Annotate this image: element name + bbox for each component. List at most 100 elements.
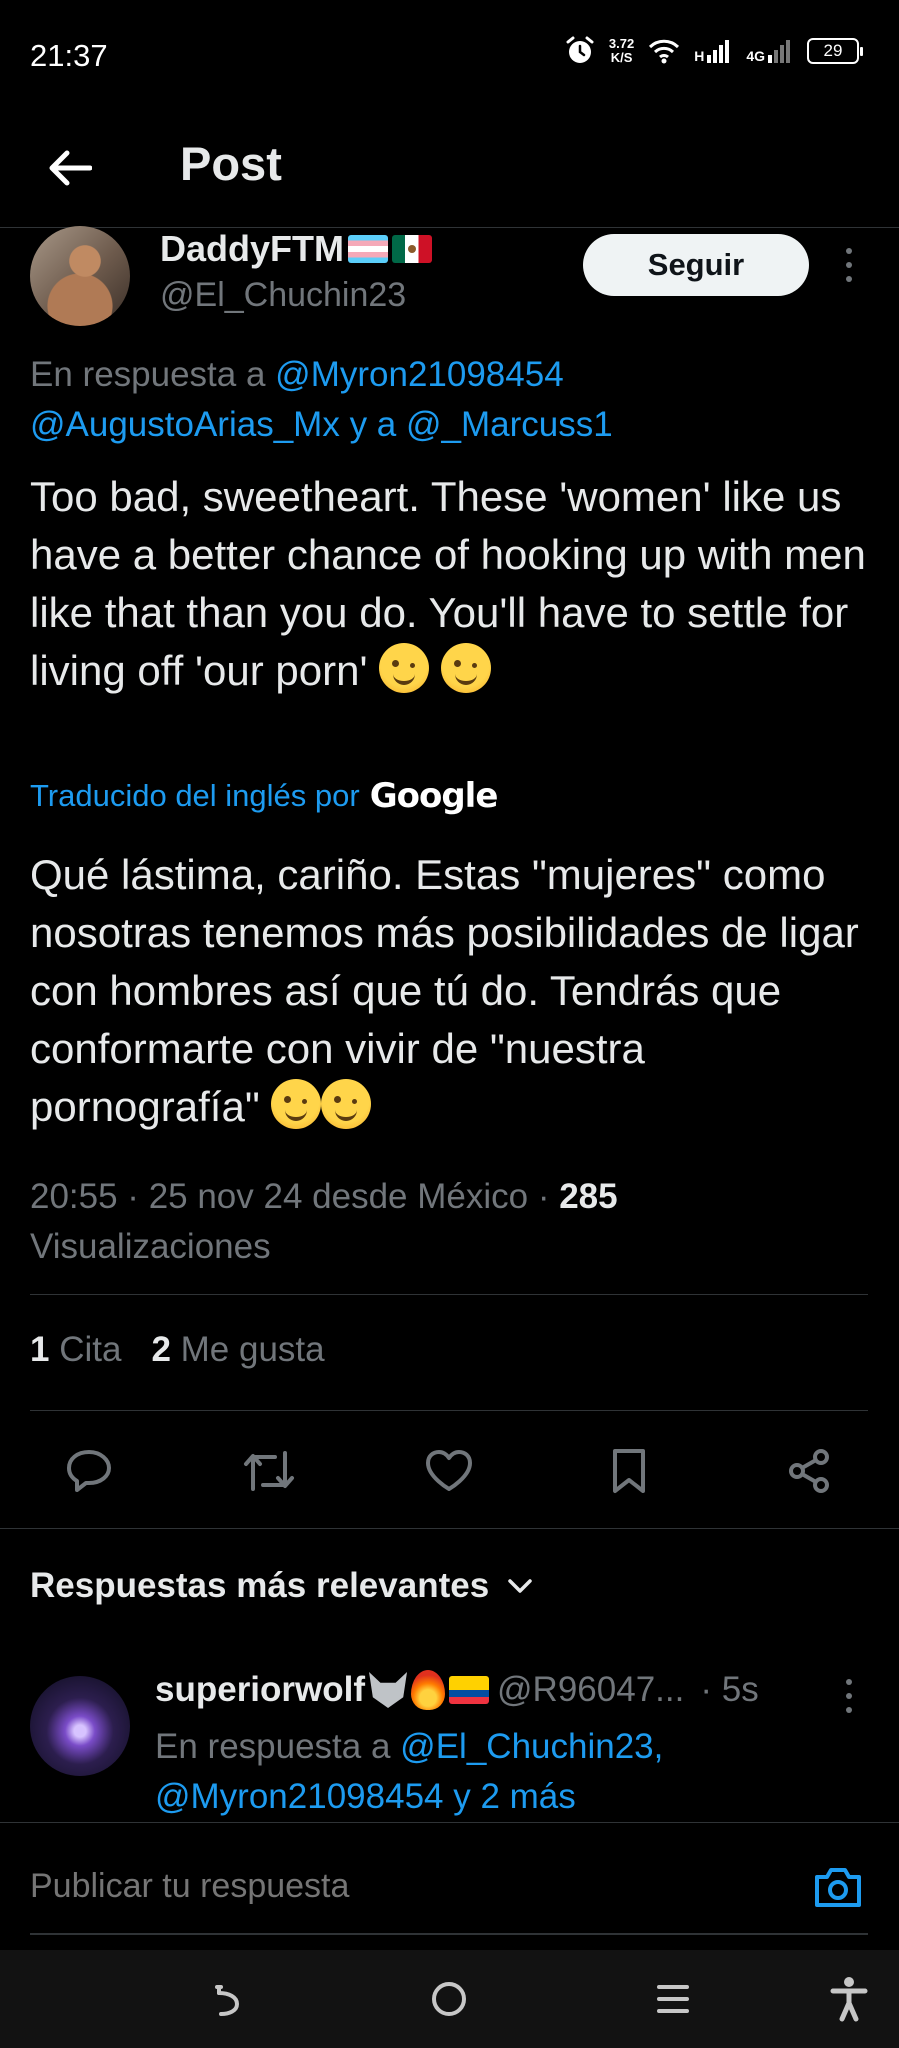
author-handle[interactable]: @El_Chuchin23 bbox=[160, 276, 406, 315]
status-bar: 21:37 3.72 K/S H 4G 29 bbox=[0, 0, 899, 112]
winking-face-icon bbox=[379, 643, 430, 693]
likes-count: 2 bbox=[151, 1330, 171, 1369]
mention-link[interactable]: @El_Chuchin23, bbox=[400, 1727, 663, 1766]
mexico-flag-icon bbox=[392, 235, 432, 263]
author-name-row[interactable]: DaddyFTM bbox=[160, 228, 432, 270]
reply-author-handle[interactable]: @R96047... bbox=[497, 1670, 684, 1710]
translated-text-content: Qué lástima, cariño. Estas "mujeres" com… bbox=[30, 851, 859, 1130]
action-bar bbox=[0, 1430, 899, 1510]
home-button[interactable] bbox=[424, 1974, 474, 2024]
fire-icon bbox=[411, 1670, 446, 1710]
replies-sort-dropdown[interactable]: Respuestas más relevantes bbox=[30, 1566, 533, 1606]
status-icons: 3.72 K/S H 4G 29 bbox=[565, 36, 863, 66]
more-dots-icon bbox=[846, 248, 852, 254]
top-app-bar: Post bbox=[0, 112, 899, 228]
winking-face-icon bbox=[321, 1079, 372, 1129]
section-divider bbox=[0, 1528, 899, 1529]
mention-link[interactable]: @Myron21098454 bbox=[275, 355, 564, 394]
home-circle-icon bbox=[432, 1982, 466, 2016]
share-icon bbox=[789, 1449, 829, 1493]
wifi-icon bbox=[649, 39, 680, 64]
network-type-2: 4G bbox=[746, 48, 765, 64]
signal-icon: H bbox=[694, 39, 732, 63]
like-icon bbox=[426, 1450, 472, 1491]
reply-join: y a bbox=[349, 405, 397, 444]
reply-composer bbox=[0, 1822, 899, 1950]
network-type-1: H bbox=[694, 48, 705, 64]
reply-icon bbox=[67, 1450, 111, 1492]
reply-time: · 5s bbox=[700, 1670, 759, 1709]
recents-button[interactable] bbox=[648, 1974, 698, 2024]
more-dots-icon bbox=[846, 1679, 852, 1685]
reply-author-avatar[interactable] bbox=[30, 1676, 130, 1776]
translated-text: Qué lástima, cariño. Estas "mujeres" com… bbox=[30, 846, 880, 1136]
reply-context: En respuesta a @Myron21098454 @AugustoAr… bbox=[30, 350, 870, 450]
repost-button[interactable] bbox=[242, 1444, 296, 1498]
winking-face-icon bbox=[440, 643, 491, 693]
replies-sort-label: Respuestas más relevantes bbox=[30, 1566, 490, 1605]
bookmark-button[interactable] bbox=[602, 1444, 656, 1498]
quotes-label: Cita bbox=[59, 1330, 122, 1369]
retweet-icon bbox=[244, 1451, 294, 1491]
signal-icon-2: 4G bbox=[746, 39, 793, 63]
post-text: Too bad, sweetheart. These 'women' like … bbox=[30, 468, 880, 700]
bookmark-icon bbox=[613, 1449, 645, 1493]
more-mentions-link[interactable]: y 2 más bbox=[453, 1777, 576, 1816]
back-gesture-button[interactable] bbox=[202, 1974, 252, 2024]
reply-reply-context: En respuesta a @El_Chuchin23, @Myron2109… bbox=[155, 1722, 875, 1822]
more-dot bbox=[846, 262, 852, 268]
mention-link[interactable]: @Myron21098454 bbox=[155, 1777, 444, 1816]
reply-button[interactable] bbox=[62, 1444, 116, 1498]
post-meta: 20:55 · 25 nov 24 desde México · 285 Vis… bbox=[30, 1172, 870, 1272]
status-time: 21:37 bbox=[30, 38, 108, 73]
reply-author-name[interactable]: superiorwolf bbox=[155, 1670, 365, 1710]
reply-header: superiorwolf @R96047... · 5s bbox=[155, 1670, 875, 1710]
share-button[interactable] bbox=[782, 1444, 836, 1498]
author-name[interactable]: DaddyFTM bbox=[160, 228, 344, 270]
camera-button[interactable] bbox=[812, 1863, 864, 1911]
more-dot bbox=[846, 1707, 852, 1713]
speed-unit: K/S bbox=[610, 50, 633, 65]
mention-link[interactable]: @AugustoArias_Mx bbox=[30, 405, 340, 444]
system-nav-bar bbox=[0, 1950, 899, 2048]
reply-author-name-row[interactable]: superiorwolf bbox=[155, 1670, 490, 1710]
transgender-flag-icon bbox=[348, 235, 388, 263]
views-count: 285 bbox=[559, 1177, 618, 1216]
mention-link[interactable]: @_Marcuss1 bbox=[406, 405, 613, 444]
composer-underline bbox=[30, 1933, 868, 1935]
camera-icon bbox=[815, 1868, 861, 1907]
post-stats: 1 Cita 2 Me gusta bbox=[30, 1330, 325, 1370]
battery-icon: 29 bbox=[807, 38, 863, 64]
more-dot bbox=[846, 276, 852, 282]
reply-prefix: En respuesta a bbox=[30, 355, 266, 394]
network-speed: 3.72 K/S bbox=[609, 37, 634, 65]
quotes-stat[interactable]: 1 Cita bbox=[30, 1330, 121, 1370]
speed-value: 3.72 bbox=[608, 36, 635, 51]
back-button[interactable] bbox=[44, 142, 96, 194]
battery-level: 29 bbox=[823, 41, 843, 60]
quotes-count: 1 bbox=[30, 1330, 50, 1369]
back-icon bbox=[215, 1985, 240, 2016]
alarm-icon bbox=[566, 36, 594, 63]
follow-button[interactable]: Seguir bbox=[583, 234, 809, 296]
translation-attribution[interactable]: Traducido del inglés por Google bbox=[30, 776, 499, 816]
likes-label: Me gusta bbox=[180, 1330, 325, 1369]
like-button[interactable] bbox=[422, 1444, 476, 1498]
winking-face-icon bbox=[271, 1079, 322, 1129]
more-dot bbox=[846, 1693, 852, 1699]
author-avatar[interactable] bbox=[30, 226, 130, 326]
reply-prefix: En respuesta a bbox=[155, 1727, 391, 1766]
chevron-down-icon bbox=[508, 1579, 532, 1593]
reply-more-options-button[interactable] bbox=[836, 1676, 862, 1716]
ecuador-flag-icon bbox=[449, 1676, 490, 1704]
translation-label: Traducido del inglés por bbox=[30, 778, 360, 813]
google-logo: Google bbox=[369, 776, 499, 816]
post-timestamp: 20:55 · 25 nov 24 desde México · bbox=[30, 1177, 550, 1216]
likes-stat[interactable]: 2 Me gusta bbox=[151, 1330, 324, 1370]
accessibility-button[interactable] bbox=[824, 1974, 874, 2024]
reply-input[interactable] bbox=[30, 1867, 730, 1906]
views-label: Visualizaciones bbox=[30, 1227, 271, 1266]
divider bbox=[30, 1294, 868, 1295]
wolf-icon bbox=[369, 1672, 408, 1708]
more-options-button[interactable] bbox=[836, 240, 862, 290]
